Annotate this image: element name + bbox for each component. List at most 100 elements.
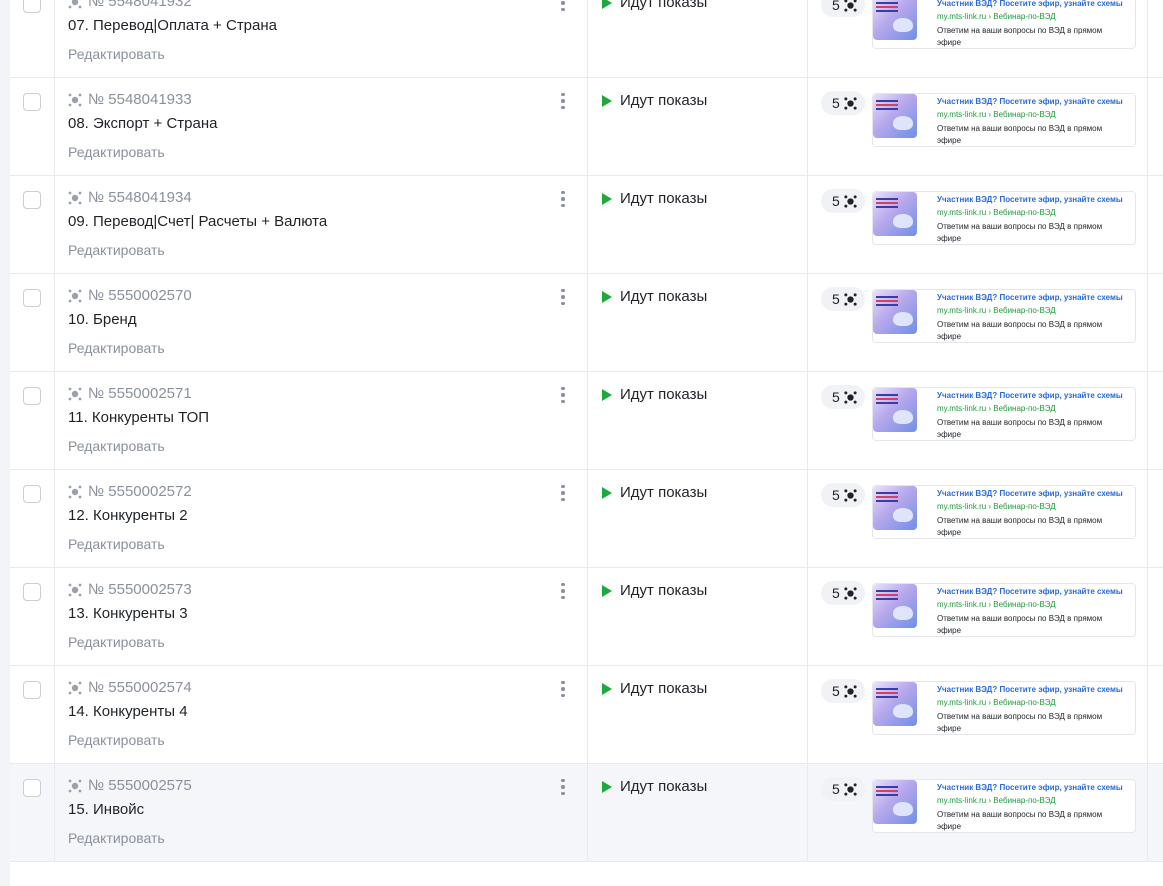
select-cell [10, 176, 55, 273]
group-id: № 5550002573 [68, 581, 192, 598]
group-title[interactable]: 12. Конкуренты 2 [68, 507, 188, 524]
edit-link[interactable]: Редактировать [68, 144, 165, 160]
select-cell [10, 274, 55, 371]
left-gutter [0, 0, 10, 886]
edit-link[interactable]: Редактировать [68, 536, 165, 552]
edit-link[interactable]: Редактировать [68, 340, 165, 356]
ad-count-badge[interactable]: 5 [821, 0, 865, 17]
status: Идут показы [602, 190, 707, 207]
ad-count-badge[interactable]: 5 [821, 679, 865, 703]
ad-count-badge[interactable]: 5 [821, 777, 865, 801]
row-checkbox[interactable] [23, 779, 41, 797]
ad-preview[interactable]: Участник ВЭД? Посетите эфир, узнайте схе… [872, 93, 1136, 147]
status: Идут показы [602, 92, 707, 109]
more-menu-icon[interactable] [553, 90, 573, 112]
group-number: № 5550002570 [88, 287, 192, 304]
ad-thumbnail [873, 584, 917, 628]
group-id: № 5550002575 [68, 777, 192, 794]
ad-url: my.mts-link.ru › Вебинар-по-ВЭД [937, 12, 1056, 21]
edit-link[interactable]: Редактировать [68, 46, 165, 62]
group-cell: № 5550002575 15. Инвойс Редактировать [55, 764, 588, 861]
ad-preview[interactable]: Участник ВЭД? Посетите эфир, узнайте схе… [872, 485, 1136, 539]
more-menu-icon[interactable] [553, 482, 573, 504]
play-icon [602, 192, 612, 205]
play-icon [602, 290, 612, 303]
ad-preview[interactable]: Участник ВЭД? Посетите эфир, узнайте схе… [872, 0, 1136, 49]
ad-thumbnail [873, 388, 917, 432]
ad-preview[interactable]: Участник ВЭД? Посетите эфир, узнайте схе… [872, 779, 1136, 833]
select-cell [10, 764, 55, 861]
row-checkbox[interactable] [23, 289, 41, 307]
group-number: № 5548041933 [88, 91, 192, 108]
ad-count-badge[interactable]: 5 [821, 287, 865, 311]
group-number: № 5550002572 [88, 483, 192, 500]
ad-group-icon [68, 289, 82, 302]
ad-url: my.mts-link.ru › Вебинар-по-ВЭД [937, 796, 1056, 805]
group-title[interactable]: 07. Перевод|Оплата + Страна [68, 17, 277, 34]
ads-cell: 5 Участник ВЭД? Посетите эфир, узнайте с… [808, 0, 1148, 77]
row-checkbox[interactable] [23, 0, 41, 13]
group-title[interactable]: 15. Инвойс [68, 801, 144, 818]
status: Идут показы [602, 582, 707, 599]
edit-link[interactable]: Редактировать [68, 830, 165, 846]
row-checkbox[interactable] [23, 681, 41, 699]
table-row: № 5550002573 13. Конкуренты 3 Редактиров… [10, 568, 1163, 666]
ad-preview[interactable]: Участник ВЭД? Посетите эфир, узнайте схе… [872, 289, 1136, 343]
ad-text: Ответим на ваши вопросы по ВЭД в прямом … [937, 516, 1103, 537]
more-menu-icon[interactable] [553, 188, 573, 210]
ads-icon [844, 684, 857, 698]
ad-count-badge[interactable]: 5 [821, 581, 865, 605]
row-checkbox[interactable] [23, 93, 41, 111]
edit-link[interactable]: Редактировать [68, 634, 165, 650]
group-title[interactable]: 08. Экспорт + Страна [68, 115, 218, 132]
status: Идут показы [602, 778, 707, 795]
group-id: № 5550002570 [68, 287, 192, 304]
ad-preview[interactable]: Участник ВЭД? Посетите эфир, узнайте схе… [872, 387, 1136, 441]
group-id: № 5548041934 [68, 189, 192, 206]
group-cell: № 5548041932 07. Перевод|Оплата + Страна… [55, 0, 588, 77]
more-menu-icon[interactable] [553, 776, 573, 798]
select-cell [10, 568, 55, 665]
ad-count-badge[interactable]: 5 [821, 385, 865, 409]
ad-text: Ответим на ваши вопросы по ВЭД в прямом … [937, 712, 1103, 733]
ad-headline: Участник ВЭД? Посетите эфир, узнайте схе… [937, 489, 1123, 498]
ad-headline: Участник ВЭД? Посетите эфир, узнайте схе… [937, 391, 1123, 400]
edit-link[interactable]: Редактировать [68, 242, 165, 258]
group-id: № 5548041932 [68, 0, 192, 10]
ad-count: 5 [832, 291, 840, 307]
ad-text: Ответим на ваши вопросы по ВЭД в прямом … [937, 124, 1103, 145]
row-checkbox[interactable] [23, 583, 41, 601]
row-checkbox[interactable] [23, 387, 41, 405]
more-menu-icon[interactable] [553, 678, 573, 700]
more-menu-icon[interactable] [553, 384, 573, 406]
row-checkbox[interactable] [23, 485, 41, 503]
play-icon [602, 0, 612, 9]
ad-count: 5 [832, 487, 840, 503]
ad-count-badge[interactable]: 5 [821, 91, 865, 115]
more-menu-icon[interactable] [553, 580, 573, 602]
ad-text: Ответим на ваши вопросы по ВЭД в прямом … [937, 418, 1103, 439]
group-title[interactable]: 13. Конкуренты 3 [68, 605, 188, 622]
ad-headline: Участник ВЭД? Посетите эфир, узнайте схе… [937, 587, 1123, 596]
edit-link[interactable]: Редактировать [68, 438, 165, 454]
ad-preview[interactable]: Участник ВЭД? Посетите эфир, узнайте схе… [872, 681, 1136, 735]
edit-link[interactable]: Редактировать [68, 732, 165, 748]
row-checkbox[interactable] [23, 191, 41, 209]
group-title[interactable]: 14. Конкуренты 4 [68, 703, 188, 720]
group-cell: № 5550002573 13. Конкуренты 3 Редактиров… [55, 568, 588, 665]
group-title[interactable]: 11. Конкуренты ТОП [68, 409, 209, 426]
more-menu-icon[interactable] [553, 286, 573, 308]
ad-text: Ответим на ваши вопросы по ВЭД в прямом … [937, 614, 1103, 635]
group-title[interactable]: 09. Перевод|Счет| Расчеты + Валюта [68, 213, 327, 230]
ad-preview[interactable]: Участник ВЭД? Посетите эфир, узнайте схе… [872, 191, 1136, 245]
ad-url: my.mts-link.ru › Вебинар-по-ВЭД [937, 306, 1056, 315]
status: Идут показы [602, 680, 707, 697]
group-title[interactable]: 10. Бренд [68, 311, 137, 328]
ad-url: my.mts-link.ru › Вебинар-по-ВЭД [937, 404, 1056, 413]
ad-preview[interactable]: Участник ВЭД? Посетите эфир, узнайте схе… [872, 583, 1136, 637]
status-text: Идут показы [620, 92, 708, 109]
ad-count-badge[interactable]: 5 [821, 189, 865, 213]
more-menu-icon[interactable] [553, 0, 573, 14]
ad-count-badge[interactable]: 5 [821, 483, 865, 507]
ad-count: 5 [832, 193, 840, 209]
